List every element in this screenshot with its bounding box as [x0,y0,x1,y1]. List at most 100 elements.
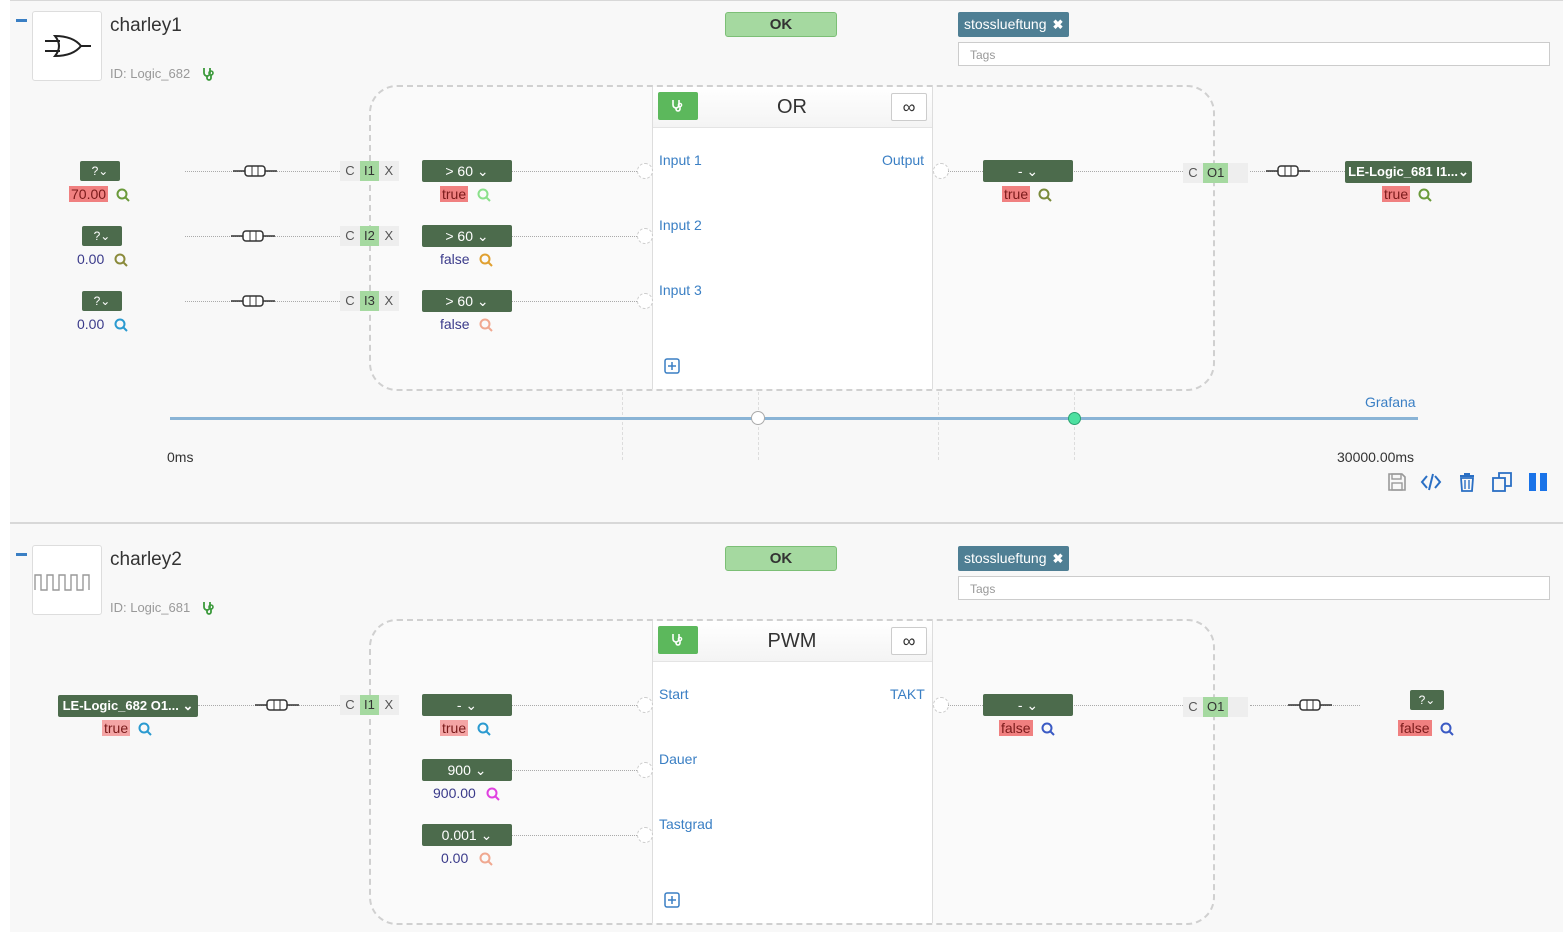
connector-icon[interactable] [1266,164,1310,178]
zoom-icon[interactable] [1038,188,1052,202]
timeline-divider [938,392,939,460]
zoom-icon[interactable] [486,787,500,801]
filter-selector[interactable]: > 60 ⌄ [422,290,512,312]
timeline-divider [758,392,759,460]
stethoscope-icon[interactable] [201,66,217,82]
filter-selector[interactable]: > 60 ⌄ [422,160,512,182]
input-socket[interactable] [637,827,653,843]
status-badge: OK [725,546,837,571]
remove-tag-icon[interactable]: ✖ [1053,17,1064,32]
input-label: Tastgrad [659,816,713,832]
status-badge: OK [725,12,837,37]
target-selector[interactable]: LE-Logic_681 I1...⌄ [1345,161,1472,183]
input-socket[interactable] [637,228,653,244]
infinite-button[interactable]: ∞ [891,93,927,121]
output-filter-selector[interactable]: - ⌄ [983,160,1073,182]
input-socket[interactable] [637,697,653,713]
block-id: ID: Logic_682 [110,66,191,81]
connector-icon[interactable] [231,229,275,243]
source-selector[interactable]: ?⌄ [80,161,120,181]
filter-label: > 60 [445,163,473,179]
tag-label: stosslueftung [964,16,1047,32]
add-input-icon[interactable] [664,892,680,908]
port-name: I3 [360,291,379,311]
zoom-icon[interactable] [479,253,493,267]
output-socket[interactable] [933,697,949,713]
input-socket[interactable] [637,762,653,778]
remove-tag-icon[interactable]: ✖ [1053,551,1064,566]
source-value: 0.00 [77,316,105,332]
debug-button[interactable] [658,92,698,120]
or-gate-logo [32,11,102,81]
timeline-bar[interactable] [170,417,1418,420]
input-port[interactable]: C I1 X [340,161,399,181]
stethoscope-icon[interactable] [201,600,217,616]
timeline-marker[interactable] [1068,412,1081,425]
infinite-button[interactable]: ∞ [891,627,927,655]
input-port[interactable]: C I3 X [340,291,399,311]
filtered-value: false [440,316,470,332]
zoom-icon[interactable] [479,318,493,332]
tag-chip: stosslueftung ✖ [958,546,1070,571]
output-label: TAKT [890,686,925,702]
source-selector[interactable]: LE-Logic_682 O1... ⌄ [58,695,198,717]
pause-icon[interactable] [1527,471,1549,493]
filter-selector[interactable]: - ⌄ [422,694,512,716]
filter-label: > 60 [445,293,473,309]
output-port[interactable]: C O1 [1183,697,1249,717]
tags-input[interactable]: Tags [958,576,1550,600]
input-socket[interactable] [637,293,653,309]
connector-icon[interactable] [231,294,275,308]
zoom-icon[interactable] [477,188,491,202]
collapse-toggle[interactable] [16,553,27,556]
connector-icon[interactable] [233,164,277,178]
timeline-divider [622,392,623,460]
collapse-toggle[interactable] [16,19,27,22]
zoom-icon[interactable] [1440,722,1454,736]
connector-icon[interactable] [255,698,299,712]
zoom-icon[interactable] [477,722,491,736]
output-filter-selector[interactable]: - ⌄ [983,694,1073,716]
trash-icon[interactable] [1456,471,1478,493]
zoom-icon[interactable] [116,188,130,202]
filter-label: - [1017,697,1023,713]
copy-icon[interactable] [1491,471,1513,493]
debug-button[interactable] [658,626,698,654]
param-selector[interactable]: 0.001 ⌄ [422,824,512,846]
timeline-start: 0ms [167,449,194,465]
filter-selector[interactable]: > 60 ⌄ [422,225,512,247]
zoom-icon[interactable] [1041,722,1055,736]
target-label: LE-Logic_681 I1... [1348,164,1458,179]
target-value: false [1398,720,1432,736]
output-socket[interactable] [933,163,949,179]
logic-type: OR [777,96,807,118]
target-selector[interactable]: ?⌄ [1410,690,1444,710]
source-selector[interactable]: ?⌄ [82,226,122,246]
or-gate-icon [45,34,91,58]
zoom-icon[interactable] [114,318,128,332]
zoom-icon[interactable] [138,722,152,736]
save-icon[interactable] [1386,471,1408,493]
connector-icon[interactable] [1288,698,1332,712]
add-input-icon[interactable] [664,358,680,374]
tags-input[interactable]: Tags [958,42,1550,66]
input-port[interactable]: C I2 X [340,226,399,246]
input-label: Input 3 [659,282,702,298]
logic-core [652,621,933,923]
block-id: ID: Logic_681 [110,600,191,615]
input-socket[interactable] [637,163,653,179]
output-port[interactable]: C O1 [1183,163,1249,183]
param-selector[interactable]: 900 ⌄ [422,759,512,781]
input-value: 0.00 [441,850,469,866]
zoom-icon[interactable] [1418,188,1432,202]
source-value: 70.00 [69,186,109,202]
timeline-handle[interactable] [751,411,765,425]
input-port[interactable]: C I1 X [340,695,399,715]
input-value: 900.00 [433,785,476,801]
source-selector[interactable]: ?⌄ [82,291,122,311]
code-icon[interactable] [1420,471,1442,493]
zoom-icon[interactable] [114,253,128,267]
zoom-icon[interactable] [479,852,493,866]
filter-label: - [456,697,462,713]
grafana-link[interactable]: Grafana [1365,394,1416,410]
